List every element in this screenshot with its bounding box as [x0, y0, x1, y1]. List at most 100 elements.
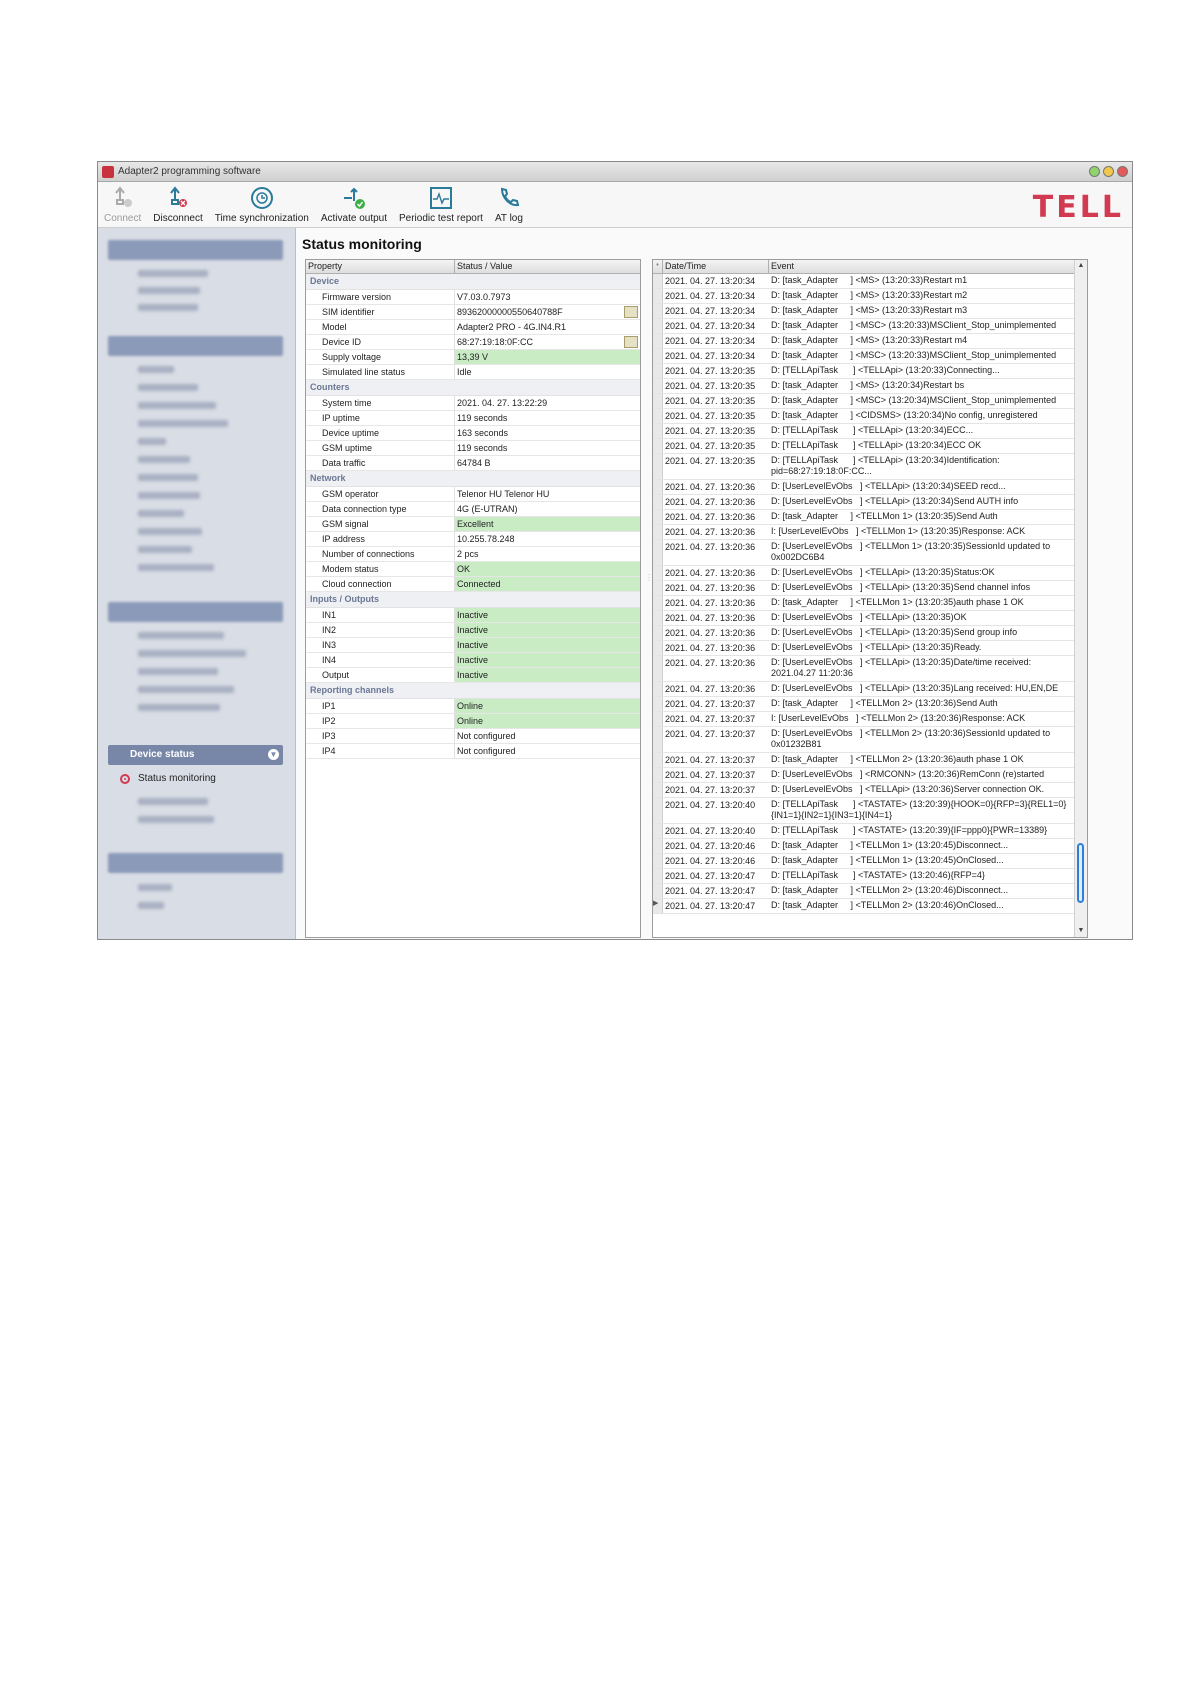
close-button[interactable] [1117, 166, 1128, 177]
log-row[interactable]: 2021. 04. 27. 13:20:36 D: [task_Adapter ]… [653, 596, 1075, 611]
nav-item-blurred[interactable] [138, 402, 216, 409]
log-row[interactable]: 2021. 04. 27. 13:20:47 D: [task_Adapter ]… [653, 884, 1075, 899]
connect-button[interactable]: Connect [98, 185, 147, 227]
log-row[interactable]: 2021. 04. 27. 13:20:40 D: [TELLApiTask ] … [653, 798, 1075, 824]
log-row[interactable]: 2021. 04. 27. 13:20:34 D: [task_Adapter ]… [653, 349, 1075, 364]
nav-item-blurred[interactable] [138, 686, 234, 693]
periodic-test-button[interactable]: Periodic test report [393, 185, 489, 227]
nav-item-blurred[interactable] [138, 510, 184, 517]
log-row[interactable]: 2021. 04. 27. 13:20:36 D: [task_Adapter ]… [653, 510, 1075, 525]
section-device[interactable]: Device [306, 274, 640, 290]
log-row[interactable]: 2021. 04. 27. 13:20:35 D: [TELLApiTask ] … [653, 424, 1075, 439]
splitter-handle[interactable]: ⋮ [645, 573, 653, 582]
section-reporting-channels[interactable]: Reporting channels [306, 683, 640, 699]
nav-item-blurred[interactable] [138, 474, 198, 481]
nav-item-blurred[interactable] [138, 438, 166, 445]
log-row[interactable]: 2021. 04. 27. 13:20:35 D: [TELLApiTask ] … [653, 364, 1075, 379]
log-event: D: [TELLApiTask ] <TASTATE> (13:20:39){I… [771, 825, 1048, 835]
scroll-up-icon[interactable]: ▲ [1075, 260, 1087, 272]
log-row[interactable]: 2021. 04. 27. 13:20:34 D: [task_Adapter ]… [653, 289, 1075, 304]
log-row[interactable]: 2021. 04. 27. 13:20:36 D: [UserLevelEvObs… [653, 480, 1075, 495]
log-row[interactable]: 2021. 04. 27. 13:20:36 D: [UserLevelEvObs… [653, 656, 1075, 682]
nav-group-blurred[interactable] [108, 853, 283, 873]
nav-item-blurred[interactable] [138, 304, 198, 311]
log-row[interactable]: 2021. 04. 27. 13:20:46 D: [task_Adapter ]… [653, 839, 1075, 854]
scroll-thumb[interactable] [1077, 843, 1084, 903]
log-row[interactable]: 2021. 04. 27. 13:20:37 D: [task_Adapter ]… [653, 753, 1075, 768]
nav-item-blurred[interactable] [138, 492, 200, 499]
nav-item-blurred[interactable] [138, 456, 190, 463]
nav-group-device-status[interactable]: Device status ▼ [108, 745, 283, 765]
log-row[interactable]: 2021. 04. 27. 13:20:34 D: [task_Adapter ]… [653, 304, 1075, 319]
copy-icon[interactable] [624, 306, 638, 318]
nav-item-blurred[interactable] [138, 704, 220, 711]
nav-item-blurred[interactable] [138, 798, 208, 805]
log-row[interactable]: 2021. 04. 27. 13:20:40 D: [TELLApiTask ] … [653, 824, 1075, 839]
log-row[interactable]: 2021. 04. 27. 13:20:47 D: [TELLApiTask ] … [653, 869, 1075, 884]
log-row[interactable]: 2021. 04. 27. 13:20:37 D: [UserLevelEvObs… [653, 783, 1075, 798]
nav-item-blurred[interactable] [138, 420, 228, 427]
log-row[interactable]: 2021. 04. 27. 13:20:46 D: [task_Adapter ]… [653, 854, 1075, 869]
nav-item-blurred[interactable] [138, 650, 246, 657]
log-row[interactable]: 2021. 04. 27. 13:20:35 D: [TELLApiTask ] … [653, 454, 1075, 480]
nav-group-blurred[interactable] [108, 336, 283, 356]
log-row[interactable]: 2021. 04. 27. 13:20:34 D: [task_Adapter ]… [653, 274, 1075, 289]
log-row[interactable]: 2021. 04. 27. 13:20:36 D: [UserLevelEvObs… [653, 611, 1075, 626]
time-sync-button[interactable]: Time synchronization [209, 185, 315, 227]
nav-item-blurred[interactable] [138, 816, 214, 823]
nav-item-blurred[interactable] [138, 564, 214, 571]
nav-item-status-monitoring[interactable]: Status monitoring [120, 773, 216, 784]
log-row[interactable]: 2021. 04. 27. 13:20:35 D: [task_Adapter ]… [653, 379, 1075, 394]
log-row[interactable]: 2021. 04. 27. 13:20:36 D: [UserLevelEvObs… [653, 581, 1075, 596]
log-row[interactable]: 2021. 04. 27. 13:20:37 D: [UserLevelEvObs… [653, 727, 1075, 753]
nav-item-blurred[interactable] [138, 902, 164, 909]
nav-item-blurred[interactable] [138, 632, 224, 639]
property-column-header[interactable]: Property [306, 260, 455, 273]
copy-icon[interactable] [624, 336, 638, 348]
section-inputs-outputs[interactable]: Inputs / Outputs [306, 592, 640, 608]
log-row[interactable]: 2021. 04. 27. 13:20:36 I: [UserLevelEvObs… [653, 525, 1075, 540]
gutter-header[interactable]: * [653, 260, 663, 273]
nav-item-blurred[interactable] [138, 366, 174, 373]
nav-group-blurred[interactable] [108, 240, 283, 260]
nav-item-blurred[interactable] [138, 884, 172, 891]
log-row[interactable]: 2021. 04. 27. 13:20:36 D: [UserLevelEvObs… [653, 682, 1075, 697]
log-row[interactable]: 2021. 04. 27. 13:20:36 D: [UserLevelEvObs… [653, 495, 1075, 510]
log-row[interactable]: 2021. 04. 27. 13:20:36 D: [UserLevelEvObs… [653, 641, 1075, 656]
nav-item-blurred[interactable] [138, 546, 192, 553]
maximize-button[interactable] [1103, 166, 1114, 177]
log-row-gutter [653, 379, 663, 393]
minimize-button[interactable] [1089, 166, 1100, 177]
section-network[interactable]: Network [306, 471, 640, 487]
nav-item-blurred[interactable] [138, 528, 202, 535]
disconnect-button[interactable]: Disconnect [147, 185, 208, 227]
scroll-down-icon[interactable]: ▼ [1075, 925, 1087, 937]
log-row[interactable]: 2021. 04. 27. 13:20:37 I: [UserLevelEvObs… [653, 712, 1075, 727]
activate-output-button[interactable]: Activate output [315, 185, 393, 227]
log-row-gutter [653, 611, 663, 625]
property-row: IP4 Not configured [306, 744, 640, 759]
event-column-header[interactable]: Event [769, 260, 1087, 273]
nav-item-blurred[interactable] [138, 384, 198, 391]
nav-item-blurred[interactable] [138, 270, 208, 277]
log-row[interactable]: 2021. 04. 27. 13:20:35 D: [task_Adapter ]… [653, 409, 1075, 424]
nav-item-blurred[interactable] [138, 668, 218, 675]
nav-group-blurred[interactable] [108, 602, 283, 622]
log-row[interactable]: 2021. 04. 27. 13:20:35 D: [task_Adapter ]… [653, 394, 1075, 409]
at-log-button[interactable]: AT log [489, 185, 529, 227]
log-scrollbar[interactable]: ▲ ▼ [1074, 260, 1087, 937]
value-column-header[interactable]: Status / Value [455, 260, 512, 273]
log-row[interactable]: 2021. 04. 27. 13:20:34 D: [task_Adapter ]… [653, 319, 1075, 334]
date-column-header[interactable]: Date/Time [663, 260, 769, 273]
section-counters[interactable]: Counters [306, 380, 640, 396]
log-row[interactable]: 2021. 04. 27. 13:20:36 D: [UserLevelEvObs… [653, 626, 1075, 641]
log-row-gutter [653, 626, 663, 640]
nav-item-blurred[interactable] [138, 287, 200, 294]
log-row[interactable]: ▶ 2021. 04. 27. 13:20:47 D: [task_Adapter … [653, 899, 1075, 914]
log-row[interactable]: 2021. 04. 27. 13:20:36 D: [UserLevelEvObs… [653, 566, 1075, 581]
log-row[interactable]: 2021. 04. 27. 13:20:34 D: [task_Adapter ]… [653, 334, 1075, 349]
log-row[interactable]: 2021. 04. 27. 13:20:37 D: [task_Adapter ]… [653, 697, 1075, 712]
log-row[interactable]: 2021. 04. 27. 13:20:36 D: [UserLevelEvObs… [653, 540, 1075, 566]
log-row[interactable]: 2021. 04. 27. 13:20:37 D: [UserLevelEvObs… [653, 768, 1075, 783]
log-row[interactable]: 2021. 04. 27. 13:20:35 D: [TELLApiTask ] … [653, 439, 1075, 454]
